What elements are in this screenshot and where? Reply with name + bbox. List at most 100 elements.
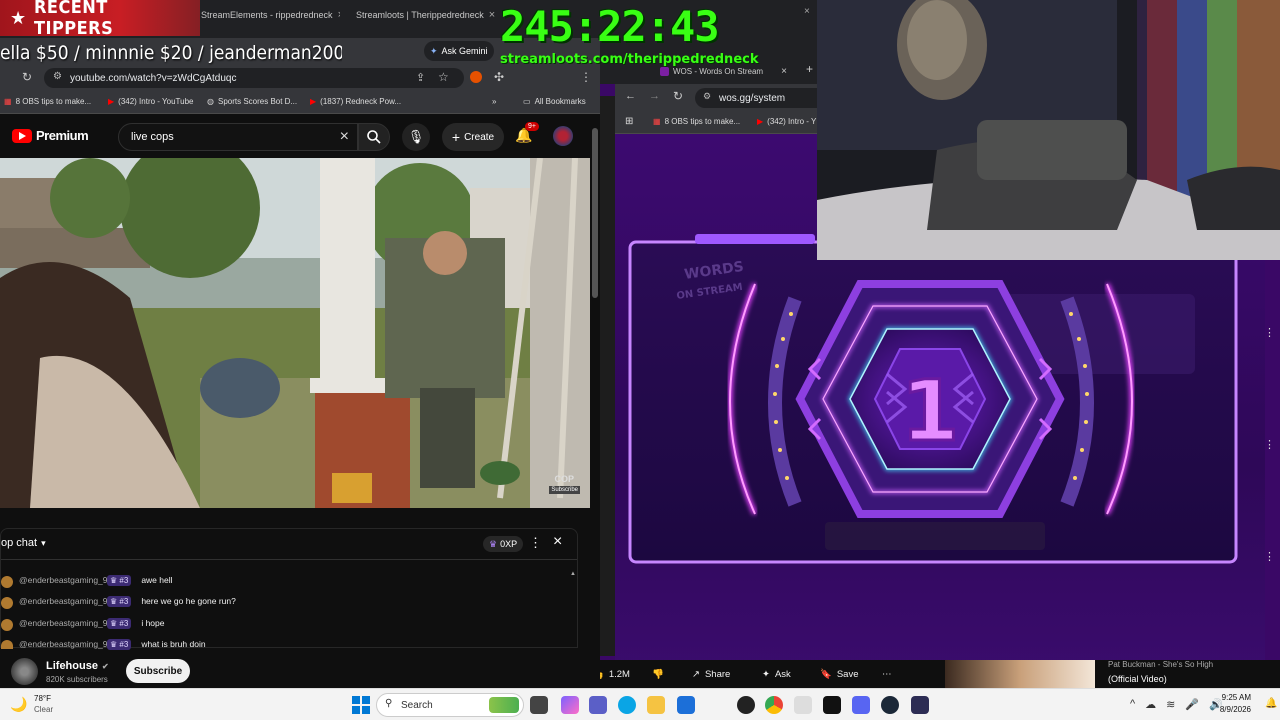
tab-streamelements[interactable]: StreamElements - rippedredneck × — [190, 4, 340, 26]
bookmark-star-icon[interactable]: ☆ — [438, 70, 449, 84]
clock[interactable]: 9:25 AM 8/9/2026 — [1203, 693, 1251, 714]
bookmark-item[interactable]: ▶ (342) Intro - YouTube — [108, 97, 193, 106]
chat-username[interactable]: @enderbeastgaming_939 — [1, 596, 117, 606]
page-scrollbar[interactable] — [592, 128, 598, 298]
new-tab-icon[interactable]: + — [806, 62, 813, 76]
streamloots-url: streamloots.com/therippedredneck — [500, 52, 759, 67]
install-icon[interactable]: ⇪ — [416, 71, 425, 84]
tray-overflow-icon[interactable]: ^ — [1130, 698, 1135, 711]
bookmark-item[interactable]: ▦ 8 OBS tips to make... — [4, 97, 91, 106]
next-video-thumbnail[interactable] — [945, 660, 1095, 688]
menu-kebab-icon[interactable]: ⋮ — [580, 70, 592, 84]
voice-search-button[interactable]: 🎙 — [402, 123, 430, 151]
chat-text: i hope — [141, 618, 165, 628]
edge-icon[interactable] — [618, 696, 636, 714]
sidebar-menu-icon[interactable]: ⋮ — [1264, 550, 1275, 563]
bookmark-item[interactable]: ◍ Sports Scores Bot D... — [207, 97, 297, 106]
extensions-puzzle-icon[interactable]: ✣ — [494, 70, 504, 84]
ask-gemini-button[interactable]: ✦ Ask Gemini — [424, 41, 494, 61]
search-input[interactable]: live cops × — [118, 123, 358, 151]
more-actions-button[interactable]: ⋯ — [882, 664, 892, 684]
task-view-icon[interactable] — [530, 696, 548, 714]
bookmarks-overflow-icon[interactable]: » — [492, 97, 496, 106]
microphone-icon[interactable]: 🎤 — [1185, 698, 1199, 711]
close-tab-icon[interactable]: × — [338, 9, 340, 21]
snipping-tool-icon[interactable] — [794, 696, 812, 714]
reload-icon[interactable]: ↻ — [22, 70, 32, 84]
file-explorer-icon[interactable] — [647, 696, 665, 714]
discord-icon[interactable] — [852, 696, 870, 714]
search-button[interactable] — [358, 123, 390, 151]
bookmark-item[interactable]: ▦ 8 OBS tips to make... — [653, 117, 740, 126]
scroll-up-icon[interactable]: ▲ — [570, 571, 576, 577]
xp-badge[interactable]: ♛ 0XP — [483, 536, 524, 552]
clear-search-icon[interactable]: × — [340, 128, 349, 146]
copilot-icon[interactable] — [561, 696, 579, 714]
create-button[interactable]: + Create — [442, 123, 504, 151]
steam-icon[interactable] — [881, 696, 899, 714]
obs-icon[interactable] — [737, 696, 755, 714]
network-icon[interactable]: ≋ — [1166, 698, 1175, 711]
like-button[interactable]: 👍 1.2M — [600, 664, 636, 684]
avatar[interactable] — [553, 126, 573, 146]
bookmark-item[interactable]: ▶ (342) Intro - Y — [757, 117, 816, 126]
site-info-icon[interactable]: ⚙ — [53, 71, 62, 82]
chat-username[interactable]: @enderbeastgaming_939 — [1, 618, 117, 628]
weather-widget[interactable]: 🌙 78°F Clear — [10, 694, 90, 718]
ask-button[interactable]: ✦ Ask — [762, 664, 791, 684]
chat-username[interactable]: @enderbeastgaming_939 — [1, 639, 117, 649]
app-icon[interactable] — [911, 696, 929, 714]
start-button[interactable] — [352, 696, 370, 714]
gemini-icon: ✦ — [430, 45, 438, 56]
site-info-icon[interactable]: ⚙ — [703, 91, 711, 102]
all-bookmarks-button[interactable]: ▭ All Bookmarks — [523, 97, 586, 106]
save-button[interactable]: 🔖 Save — [820, 664, 859, 684]
url-field[interactable]: ⚙ youtube.com/watch?v=zWdCgAtduqc — [44, 68, 464, 88]
teams-icon[interactable] — [589, 696, 607, 714]
forward-icon[interactable]: → — [649, 90, 660, 102]
channel-name[interactable]: Lifehouse ✔ — [46, 660, 109, 672]
bookmark-favicon-icon: ▦ — [653, 117, 661, 126]
next-video-artist: Pat Buckman - She's So High — [1108, 660, 1214, 669]
globe-favicon-icon: ◍ — [207, 97, 214, 106]
bookmark-item[interactable]: ▶ (1837) Redneck Pow... — [310, 97, 401, 106]
terminal-icon[interactable] — [823, 696, 841, 714]
create-label: Create — [464, 131, 495, 143]
dislike-button[interactable]: 👎 — [652, 664, 664, 684]
tab-streamloots[interactable]: Streamloots | Therippedredneck × — [345, 4, 495, 26]
close-tab-icon[interactable]: × — [489, 9, 495, 21]
taskbar-search[interactable]: ⚲ Search — [376, 693, 524, 717]
like-count: 1.2M — [608, 668, 630, 680]
cloud-icon[interactable]: ☁ — [1145, 698, 1156, 711]
url-text: youtube.com/watch?v=zWdCgAtduqc — [70, 72, 237, 84]
reload-icon[interactable]: ↻ — [673, 89, 683, 103]
chrome-icon[interactable] — [765, 696, 783, 714]
sidebar-menu-icon[interactable]: ⋮ — [1264, 438, 1275, 451]
chat-scrollbar[interactable]: ▲ — [570, 562, 576, 648]
share-button[interactable]: ↗ Share — [692, 664, 730, 684]
clock-date: 8/9/2026 — [1219, 705, 1251, 714]
store-icon[interactable] — [677, 696, 695, 714]
search-icon — [367, 130, 381, 144]
video-subscribe-tag[interactable]: Subscribe — [549, 486, 580, 494]
subscribe-button[interactable]: Subscribe — [126, 659, 190, 683]
extension-icon[interactable] — [470, 71, 482, 83]
notification-bell-icon[interactable]: 🔔 — [1265, 698, 1277, 709]
chat-mode-dropdown[interactable]: op chat ▾ — [1, 537, 46, 549]
video-player[interactable]: COP Subscribe — [0, 158, 590, 508]
subathon-timer: 245:22:43 — [500, 2, 720, 51]
next-video-title[interactable]: (Official Video) — [1108, 674, 1167, 684]
apps-grid-icon[interactable]: ⊞ — [625, 116, 633, 127]
bookmark-label: 8 OBS tips to make... — [664, 117, 741, 126]
channel-avatar[interactable] — [11, 658, 38, 685]
youtube-favicon-icon: ▶ — [310, 97, 317, 106]
youtube-logo[interactable]: Premium — [12, 128, 89, 143]
chat-menu-icon[interactable]: ⋮ — [529, 535, 542, 551]
close-chat-icon[interactable]: × — [553, 533, 562, 551]
search-placeholder: Search — [401, 699, 433, 711]
close-tab-icon[interactable]: × — [804, 6, 810, 17]
chat-username[interactable]: @enderbeastgaming_939 — [1, 575, 117, 585]
back-icon[interactable]: ← — [625, 90, 636, 102]
notifications-button[interactable]: 🔔 9+ — [515, 122, 539, 144]
sidebar-menu-icon[interactable]: ⋮ — [1264, 326, 1275, 339]
